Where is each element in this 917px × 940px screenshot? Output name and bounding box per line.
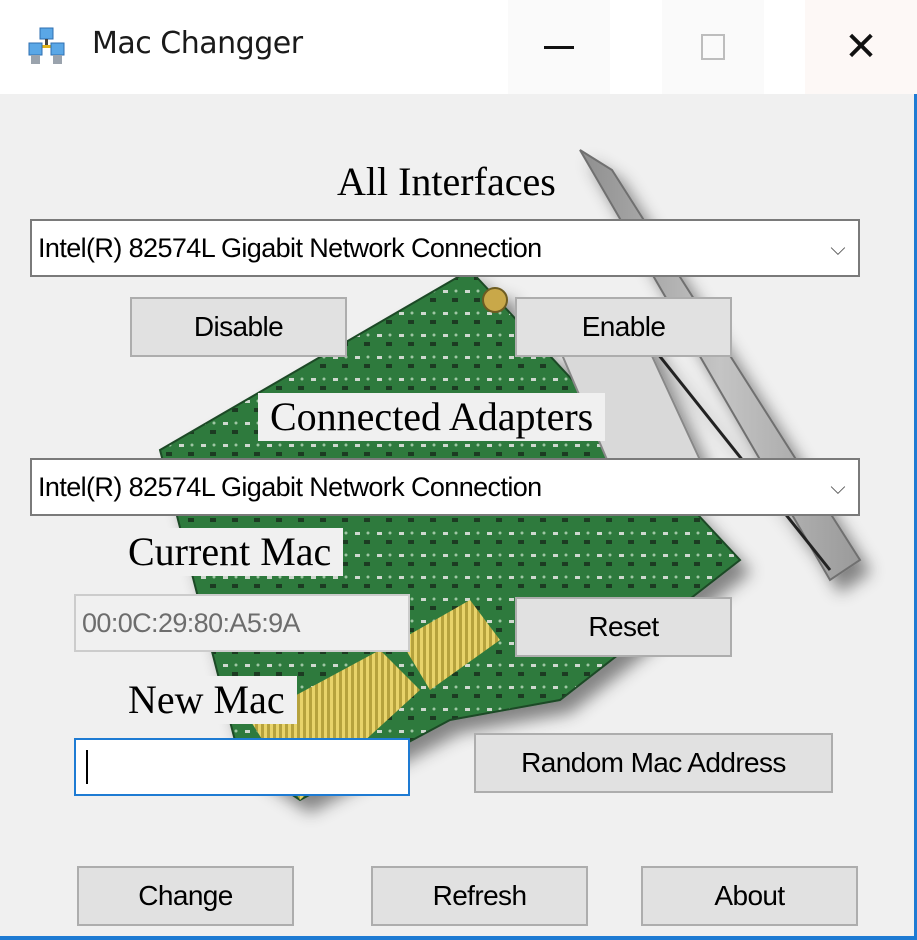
all-interfaces-dropdown[interactable]: Intel(R) 82574L Gigabit Network Connecti…	[30, 219, 860, 277]
network-computers-icon	[28, 27, 65, 64]
title-bar[interactable]: Mac Changger ✕	[0, 0, 917, 94]
close-icon: ✕	[844, 24, 878, 70]
window-border-bottom	[0, 936, 917, 940]
minimize-button[interactable]	[508, 0, 610, 94]
window-title: Mac Changger	[92, 26, 303, 61]
about-button[interactable]: About	[641, 866, 858, 926]
maximize-icon	[701, 34, 725, 60]
random-mac-address-button[interactable]: Random Mac Address	[474, 733, 833, 793]
all-interfaces-selected: Intel(R) 82574L Gigabit Network Connecti…	[38, 232, 542, 263]
change-button[interactable]: Change	[77, 866, 294, 926]
connected-adapters-label: Connected Adapters	[258, 393, 606, 441]
mac-changer-window: Mac Changger ✕ All Interfaces Intel(R) 8…	[0, 0, 917, 940]
all-interfaces-label: All Interfaces	[337, 159, 556, 204]
current-mac-field: 00:0C:29:80:A5:9A	[74, 594, 410, 652]
maximize-button[interactable]	[662, 0, 764, 94]
close-button[interactable]: ✕	[805, 0, 917, 94]
chevron-down-icon: ⌵	[830, 475, 846, 499]
minimize-icon	[544, 45, 574, 49]
disable-button[interactable]: Disable	[130, 297, 347, 357]
current-mac-label: Current Mac	[116, 528, 344, 576]
connected-adapters-dropdown[interactable]: Intel(R) 82574L Gigabit Network Connecti…	[30, 458, 860, 516]
chevron-down-icon: ⌵	[830, 236, 846, 260]
new-mac-label: New Mac	[116, 676, 297, 724]
text-caret	[86, 750, 88, 784]
new-mac-input[interactable]	[74, 738, 410, 796]
connected-adapters-selected: Intel(R) 82574L Gigabit Network Connecti…	[38, 471, 542, 502]
enable-button[interactable]: Enable	[515, 297, 732, 357]
reset-button[interactable]: Reset	[515, 597, 732, 657]
refresh-button[interactable]: Refresh	[371, 866, 588, 926]
